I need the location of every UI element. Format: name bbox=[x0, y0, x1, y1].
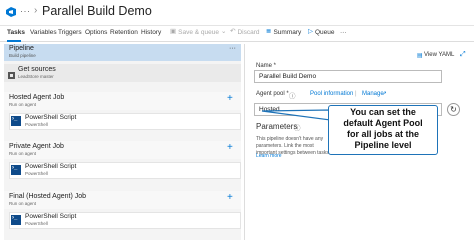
task-subtitle: PowerShell bbox=[25, 122, 48, 127]
agent-pool-label: Agent pool * bbox=[256, 91, 289, 97]
manage-link[interactable]: Manage bbox=[362, 91, 384, 97]
callout-text: You can set the default Agent Pool for a… bbox=[343, 107, 423, 150]
pipeline-row[interactable] bbox=[4, 44, 241, 61]
active-tab-indicator bbox=[7, 40, 21, 42]
job-subtitle: Run on agent bbox=[9, 102, 37, 107]
pipeline-more-icon[interactable]: ··· bbox=[229, 45, 236, 52]
undo-icon: ↶ bbox=[230, 28, 236, 36]
expand-icon[interactable]: ⤢ bbox=[460, 51, 466, 59]
job-subtitle: Run on agent bbox=[9, 201, 37, 206]
summary-icon: ≣ bbox=[266, 28, 272, 36]
task-title: PowerShell Script bbox=[25, 163, 77, 170]
summary-button[interactable]: ≣ Summary bbox=[266, 29, 301, 36]
summary-label: Summary bbox=[273, 29, 302, 36]
save-queue-label: Save & queue bbox=[178, 29, 219, 36]
queue-label: Queue bbox=[315, 29, 335, 36]
add-task-button[interactable]: + bbox=[227, 142, 233, 153]
repository-icon bbox=[7, 67, 16, 79]
pipeline-subtitle: Build pipeline bbox=[9, 53, 36, 58]
tab-options[interactable]: Options bbox=[85, 29, 107, 36]
toolbar-more-button[interactable]: ··· bbox=[340, 29, 347, 36]
refresh-icon[interactable]: ↻ bbox=[447, 103, 460, 116]
play-icon: ▷ bbox=[308, 28, 313, 36]
tab-tasks[interactable]: Tasks bbox=[7, 29, 25, 36]
name-label: Name * bbox=[256, 63, 277, 69]
breadcrumb-more-icon[interactable]: ··· bbox=[20, 6, 31, 16]
queue-button[interactable]: ▷ Queue bbox=[308, 29, 335, 36]
job-subtitle: Run on agent bbox=[9, 151, 37, 156]
chevron-down-icon: ⌄ bbox=[221, 28, 227, 36]
save-queue-button[interactable]: ▣ Save & queue ⌄ bbox=[170, 29, 226, 36]
azure-devops-logo-icon[interactable] bbox=[5, 6, 17, 18]
pipeline-title: Pipeline bbox=[9, 45, 34, 52]
breadcrumb-separator-icon: › bbox=[34, 5, 38, 16]
discard-label: Discard bbox=[237, 29, 260, 36]
task-subtitle: PowerShell bbox=[25, 221, 48, 226]
job-title: Hosted Agent Job bbox=[9, 94, 65, 101]
save-icon: ▣ bbox=[170, 28, 177, 36]
file-icon: ▤ bbox=[417, 53, 423, 59]
discard-button[interactable]: ↶ Discard bbox=[230, 29, 260, 36]
callout-pointer bbox=[261, 109, 331, 121]
add-task-button[interactable]: + bbox=[227, 192, 233, 203]
powershell-icon: ›_ bbox=[11, 215, 21, 225]
external-link-icon: ↗ bbox=[382, 91, 387, 97]
pool-information-link[interactable]: Pool information bbox=[310, 91, 353, 97]
get-sources-title: Get sources bbox=[18, 66, 56, 73]
separator: | bbox=[355, 91, 357, 97]
name-input[interactable]: Parallel Build Demo bbox=[254, 70, 442, 83]
tab-retention[interactable]: Retention bbox=[110, 29, 138, 36]
get-sources-subtitle: LeadStore master bbox=[18, 74, 54, 79]
tab-history[interactable]: History bbox=[141, 29, 161, 36]
job-title: Private Agent Job bbox=[9, 143, 64, 150]
powershell-icon: ›_ bbox=[11, 165, 21, 175]
learn-more-link[interactable]: Learn more bbox=[256, 153, 282, 159]
tab-variables[interactable]: Variables bbox=[30, 29, 57, 36]
more-icon: ··· bbox=[340, 29, 347, 36]
info-icon[interactable]: ⓘ bbox=[289, 90, 296, 100]
job-title: Final (Hosted Agent) Job bbox=[9, 193, 87, 200]
view-yaml-link[interactable]: View YAML bbox=[424, 52, 454, 58]
task-title: PowerShell Script bbox=[25, 213, 77, 220]
page-title: Parallel Build Demo bbox=[42, 4, 152, 18]
powershell-icon: ›_ bbox=[11, 116, 21, 126]
add-task-button[interactable]: + bbox=[227, 93, 233, 104]
task-title: PowerShell Script bbox=[25, 114, 77, 121]
task-subtitle: PowerShell bbox=[25, 171, 48, 176]
tab-triggers[interactable]: Triggers bbox=[58, 29, 82, 36]
